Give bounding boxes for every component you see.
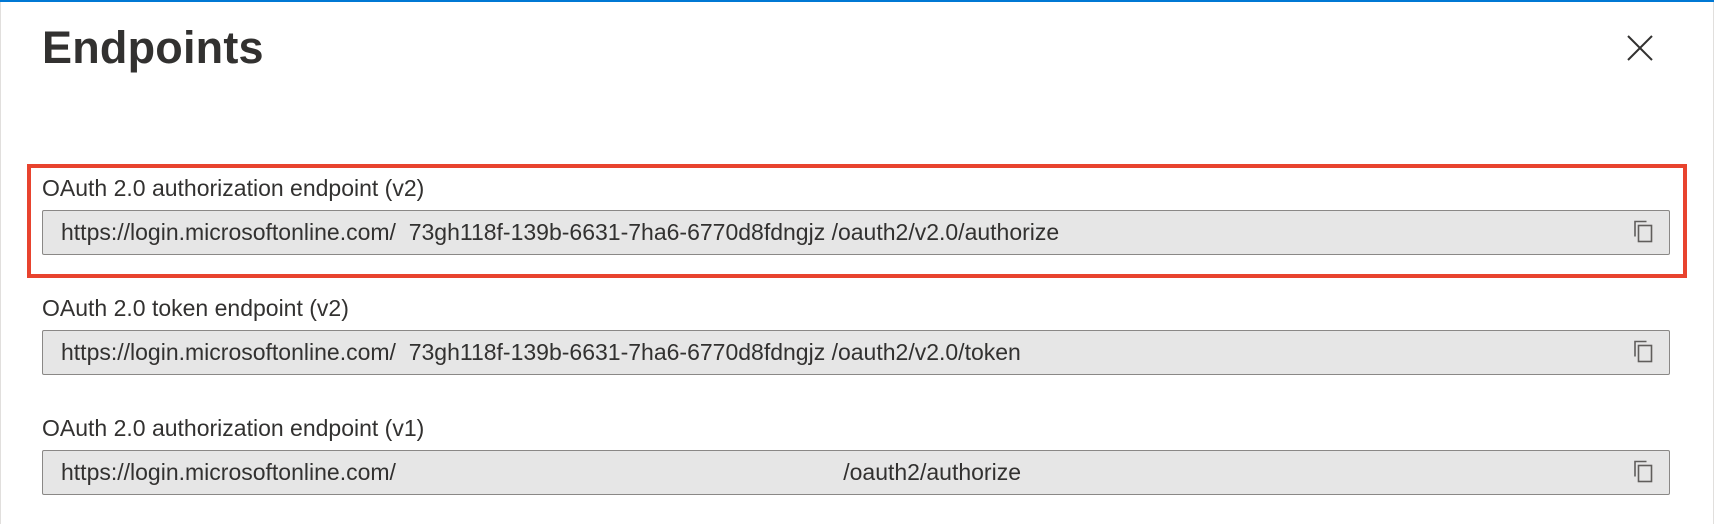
panel-title: Endpoints — [42, 22, 264, 73]
endpoint-url-field[interactable]: https://login.microsoftonline.com/ 73gh1… — [42, 210, 1670, 255]
copy-button[interactable] — [1629, 459, 1657, 487]
endpoint-oauth2-token-v2: OAuth 2.0 token endpoint (v2) https://lo… — [42, 292, 1672, 375]
endpoint-url-field[interactable]: https://login.microsoftonline.com/ /oaut… — [42, 450, 1670, 495]
endpoint-url-value: https://login.microsoftonline.com/ 73gh1… — [61, 339, 1021, 365]
copy-icon — [1632, 339, 1654, 368]
endpoint-oauth2-authorize-v2: OAuth 2.0 authorization endpoint (v2) ht… — [42, 172, 1672, 255]
copy-icon — [1632, 219, 1654, 248]
copy-icon — [1632, 459, 1654, 488]
endpoint-url-value: https://login.microsoftonline.com/ 73gh1… — [61, 219, 1060, 245]
left-divider — [0, 2, 1, 524]
endpoint-label: OAuth 2.0 authorization endpoint (v1) — [42, 415, 425, 441]
endpoint-label: OAuth 2.0 token endpoint (v2) — [42, 295, 349, 321]
endpoint-url-field[interactable]: https://login.microsoftonline.com/ 73gh1… — [42, 330, 1670, 375]
copy-button[interactable] — [1629, 219, 1657, 247]
close-icon — [1627, 35, 1653, 61]
endpoint-url-value: https://login.microsoftonline.com/ /oaut… — [61, 459, 1021, 485]
endpoint-oauth2-authorize-v1: OAuth 2.0 authorization endpoint (v1) ht… — [42, 412, 1672, 495]
endpoint-label: OAuth 2.0 authorization endpoint (v2) — [42, 175, 425, 201]
close-button[interactable] — [1620, 28, 1660, 68]
copy-button[interactable] — [1629, 339, 1657, 367]
top-accent-bar — [0, 0, 1714, 2]
